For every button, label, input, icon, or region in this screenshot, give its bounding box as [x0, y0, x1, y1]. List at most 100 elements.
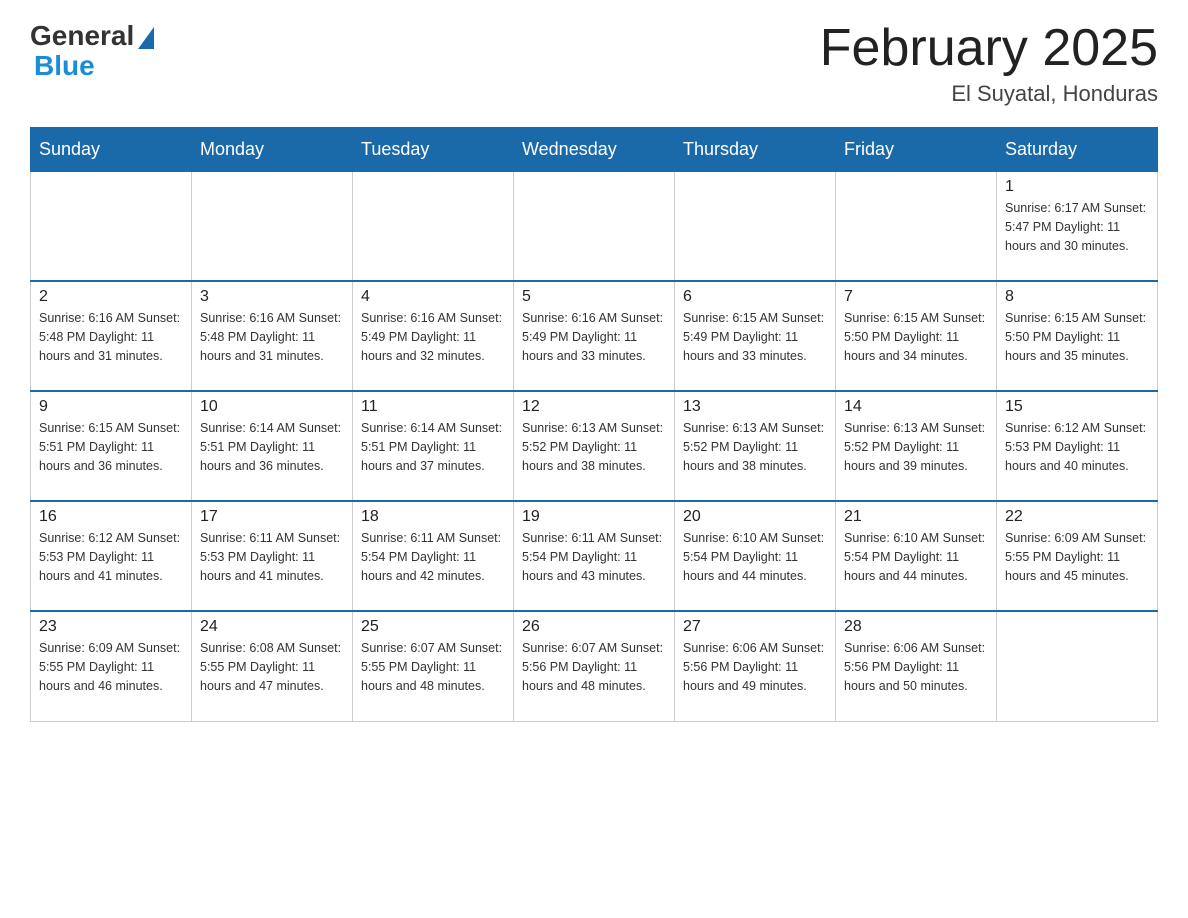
day-number: 3 [200, 288, 344, 306]
calendar-cell: 12Sunrise: 6:13 AM Sunset: 5:52 PM Dayli… [514, 391, 675, 501]
day-number: 27 [683, 618, 827, 636]
calendar-cell: 4Sunrise: 6:16 AM Sunset: 5:49 PM Daylig… [353, 281, 514, 391]
calendar-cell: 26Sunrise: 6:07 AM Sunset: 5:56 PM Dayli… [514, 611, 675, 721]
day-number: 5 [522, 288, 666, 306]
calendar-header-row: SundayMondayTuesdayWednesdayThursdayFrid… [31, 128, 1158, 171]
calendar-cell [836, 171, 997, 281]
calendar-cell: 21 Sunrise: 6:10 AM Sunset: 5:54 PM Dayli… [836, 501, 997, 611]
calendar-week-2: 2 Sunrise: 6:16 AM Sunset: 5:48 PM Daylig… [31, 281, 1158, 391]
day-info: Sunrise: 6:16 AM Sunset: 5:48 PM Dayligh… [200, 309, 344, 365]
day-info: Sunrise: 6:11 AM Sunset: 5:53 PM Dayligh… [200, 529, 344, 585]
month-title: February 2025 [820, 20, 1158, 77]
calendar-cell: 19 Sunrise: 6:11 AM Sunset: 5:54 PM Dayli… [514, 501, 675, 611]
day-number: 10 [200, 398, 344, 416]
day-info: Sunrise: 6:15 AM Sunset: 5:50 PM Dayligh… [1005, 309, 1149, 365]
calendar-cell: 16 Sunrise: 6:12 AM Sunset: 5:53 PM Dayli… [31, 501, 192, 611]
calendar-cell [353, 171, 514, 281]
day-info: Sunrise: 6:07 AM Sunset: 5:55 PM Dayligh… [361, 639, 505, 695]
title-section: February 2025 El Suyatal, Honduras [820, 20, 1158, 107]
weekday-header-friday: Friday [836, 128, 997, 171]
calendar-cell: 2 Sunrise: 6:16 AM Sunset: 5:48 PM Daylig… [31, 281, 192, 391]
weekday-header-tuesday: Tuesday [353, 128, 514, 171]
weekday-header-thursday: Thursday [675, 128, 836, 171]
day-number: 14 [844, 398, 988, 416]
day-number: 15 [1005, 398, 1149, 416]
day-info: Sunrise: 6:17 AM Sunset: 5:47 PM Dayligh… [1005, 199, 1149, 255]
day-info: Sunrise: 6:16 AM Sunset: 5:49 PM Dayligh… [522, 309, 666, 365]
day-info: Sunrise: 6:09 AM Sunset: 5:55 PM Dayligh… [39, 639, 183, 695]
weekday-header-wednesday: Wednesday [514, 128, 675, 171]
calendar-cell: 24Sunrise: 6:08 AM Sunset: 5:55 PM Dayli… [192, 611, 353, 721]
calendar-table: SundayMondayTuesdayWednesdayThursdayFrid… [30, 127, 1158, 722]
calendar-week-1: 1Sunrise: 6:17 AM Sunset: 5:47 PM Daylig… [31, 171, 1158, 281]
day-info: Sunrise: 6:14 AM Sunset: 5:51 PM Dayligh… [200, 419, 344, 475]
day-info: Sunrise: 6:10 AM Sunset: 5:54 PM Dayligh… [844, 529, 988, 585]
page-header: General Blue February 2025 El Suyatal, H… [30, 20, 1158, 107]
day-info: Sunrise: 6:10 AM Sunset: 5:54 PM Dayligh… [683, 529, 827, 585]
calendar-cell: 9 Sunrise: 6:15 AM Sunset: 5:51 PM Daylig… [31, 391, 192, 501]
calendar-week-4: 16 Sunrise: 6:12 AM Sunset: 5:53 PM Dayli… [31, 501, 1158, 611]
day-info: Sunrise: 6:07 AM Sunset: 5:56 PM Dayligh… [522, 639, 666, 695]
calendar-cell: 10 Sunrise: 6:14 AM Sunset: 5:51 PM Dayli… [192, 391, 353, 501]
day-number: 21 [844, 508, 988, 526]
weekday-header-saturday: Saturday [997, 128, 1158, 171]
day-number: 20 [683, 508, 827, 526]
day-number: 22 [1005, 508, 1149, 526]
calendar-cell [675, 171, 836, 281]
day-number: 12 [522, 398, 666, 416]
day-number: 28 [844, 618, 988, 636]
day-info: Sunrise: 6:13 AM Sunset: 5:52 PM Dayligh… [844, 419, 988, 475]
calendar-cell: 25 Sunrise: 6:07 AM Sunset: 5:55 PM Dayli… [353, 611, 514, 721]
day-number: 7 [844, 288, 988, 306]
day-info: Sunrise: 6:06 AM Sunset: 5:56 PM Dayligh… [683, 639, 827, 695]
calendar-cell [31, 171, 192, 281]
calendar-cell: 3 Sunrise: 6:16 AM Sunset: 5:48 PM Daylig… [192, 281, 353, 391]
day-number: 17 [200, 508, 344, 526]
calendar-cell [997, 611, 1158, 721]
calendar-cell: 27 Sunrise: 6:06 AM Sunset: 5:56 PM Dayli… [675, 611, 836, 721]
day-number: 23 [39, 618, 183, 636]
calendar-cell: 14 Sunrise: 6:13 AM Sunset: 5:52 PM Dayli… [836, 391, 997, 501]
day-number: 13 [683, 398, 827, 416]
day-number: 11 [361, 398, 505, 416]
logo-general-text: General [30, 20, 134, 52]
day-number: 19 [522, 508, 666, 526]
calendar-cell: 1Sunrise: 6:17 AM Sunset: 5:47 PM Daylig… [997, 171, 1158, 281]
calendar-cell: 22 Sunrise: 6:09 AM Sunset: 5:55 PM Dayli… [997, 501, 1158, 611]
calendar-week-3: 9 Sunrise: 6:15 AM Sunset: 5:51 PM Daylig… [31, 391, 1158, 501]
day-number: 4 [361, 288, 505, 306]
day-info: Sunrise: 6:15 AM Sunset: 5:49 PM Dayligh… [683, 309, 827, 365]
day-info: Sunrise: 6:06 AM Sunset: 5:56 PM Dayligh… [844, 639, 988, 695]
day-info: Sunrise: 6:12 AM Sunset: 5:53 PM Dayligh… [39, 529, 183, 585]
day-number: 9 [39, 398, 183, 416]
calendar-week-5: 23 Sunrise: 6:09 AM Sunset: 5:55 PM Dayli… [31, 611, 1158, 721]
calendar-cell: 6Sunrise: 6:15 AM Sunset: 5:49 PM Daylig… [675, 281, 836, 391]
weekday-header-monday: Monday [192, 128, 353, 171]
day-info: Sunrise: 6:15 AM Sunset: 5:50 PM Dayligh… [844, 309, 988, 365]
day-info: Sunrise: 6:09 AM Sunset: 5:55 PM Dayligh… [1005, 529, 1149, 585]
calendar-cell: 17 Sunrise: 6:11 AM Sunset: 5:53 PM Dayli… [192, 501, 353, 611]
calendar-cell: 23 Sunrise: 6:09 AM Sunset: 5:55 PM Dayli… [31, 611, 192, 721]
day-info: Sunrise: 6:11 AM Sunset: 5:54 PM Dayligh… [522, 529, 666, 585]
calendar-cell: 11 Sunrise: 6:14 AM Sunset: 5:51 PM Dayli… [353, 391, 514, 501]
day-info: Sunrise: 6:15 AM Sunset: 5:51 PM Dayligh… [39, 419, 183, 475]
day-info: Sunrise: 6:12 AM Sunset: 5:53 PM Dayligh… [1005, 419, 1149, 475]
logo-triangle-icon [138, 27, 154, 49]
calendar-cell [192, 171, 353, 281]
day-number: 16 [39, 508, 183, 526]
calendar-cell: 13 Sunrise: 6:13 AM Sunset: 5:52 PM Dayli… [675, 391, 836, 501]
day-info: Sunrise: 6:11 AM Sunset: 5:54 PM Dayligh… [361, 529, 505, 585]
day-info: Sunrise: 6:16 AM Sunset: 5:48 PM Dayligh… [39, 309, 183, 365]
logo: General Blue [30, 20, 154, 82]
logo-blue-text: Blue [30, 50, 95, 82]
day-number: 2 [39, 288, 183, 306]
calendar-cell [514, 171, 675, 281]
day-info: Sunrise: 6:14 AM Sunset: 5:51 PM Dayligh… [361, 419, 505, 475]
day-number: 25 [361, 618, 505, 636]
calendar-cell: 8Sunrise: 6:15 AM Sunset: 5:50 PM Daylig… [997, 281, 1158, 391]
calendar-cell: 5 Sunrise: 6:16 AM Sunset: 5:49 PM Daylig… [514, 281, 675, 391]
location-text: El Suyatal, Honduras [820, 81, 1158, 107]
day-info: Sunrise: 6:13 AM Sunset: 5:52 PM Dayligh… [683, 419, 827, 475]
day-number: 24 [200, 618, 344, 636]
day-number: 18 [361, 508, 505, 526]
